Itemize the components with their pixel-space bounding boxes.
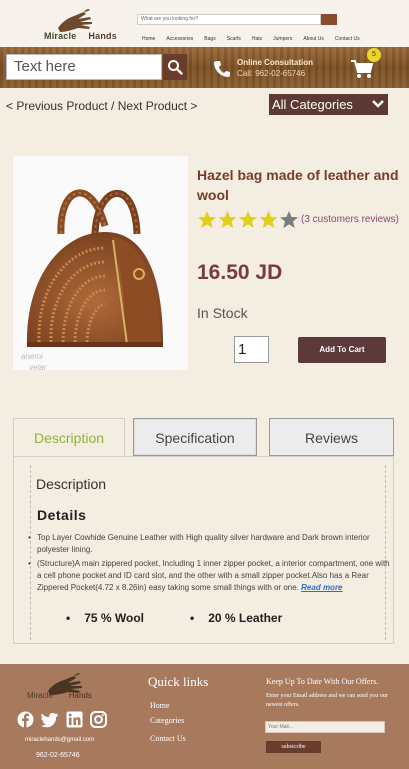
footer: Miracle Hands miraclehands@gmail.com 962-… bbox=[0, 664, 409, 769]
main-nav: Home Accessories Bags Scarfs Hats Jumper… bbox=[142, 36, 371, 42]
nav-contact[interactable]: Contact Us bbox=[335, 36, 360, 42]
nav-jumpers[interactable]: Jumpers bbox=[273, 36, 292, 42]
add-to-cart-button[interactable]: Add To Cart bbox=[298, 337, 386, 363]
footer-link-categories[interactable]: Categories bbox=[150, 716, 184, 725]
tab-specification[interactable]: Specification bbox=[133, 418, 257, 456]
nav-bags[interactable]: Bags bbox=[204, 36, 215, 42]
tab-reviews[interactable]: Reviews bbox=[269, 418, 394, 456]
linkedin-icon[interactable] bbox=[66, 711, 83, 728]
product-pager: < Previous Product / Next Product > bbox=[6, 99, 198, 113]
star-filled-icon bbox=[198, 211, 216, 228]
newsletter-text: Enter your Email address and we can send… bbox=[266, 693, 388, 708]
footer-link-home[interactable]: Home bbox=[150, 701, 170, 710]
footer-phone[interactable]: 962-02-65746 bbox=[36, 752, 80, 759]
search-input[interactable]: Text here bbox=[6, 54, 162, 80]
brand-name: Miracle Hands bbox=[44, 31, 117, 41]
tab-description[interactable]: Description bbox=[13, 418, 125, 456]
read-more-link[interactable]: Read more bbox=[301, 583, 342, 592]
product-title: Hazel bag made of leather and wool bbox=[197, 167, 399, 203]
handbag-image bbox=[26, 189, 164, 347]
list-item: (Structure)A main zippered pocket, Inclu… bbox=[27, 558, 392, 594]
star-filled-icon bbox=[239, 211, 257, 228]
footer-logo-icon[interactable] bbox=[28, 671, 108, 707]
details-list: Top Layer Cowhide Genuine Leather with H… bbox=[27, 532, 392, 596]
previous-product-link[interactable]: < Previous Product bbox=[6, 99, 108, 113]
header-search-input[interactable]: What are you looking for? bbox=[137, 14, 321, 25]
material-item: 20 % Leather bbox=[190, 611, 282, 625]
reviews-count-link[interactable]: (3 customers reviews) bbox=[301, 214, 399, 225]
description-heading: Description bbox=[36, 476, 107, 492]
product-price: 16.50 JD bbox=[197, 261, 283, 284]
star-rating-icons bbox=[198, 211, 298, 228]
material-item: 75 % Wool bbox=[66, 611, 144, 625]
categories-dropdown[interactable]: All Categories bbox=[269, 94, 388, 115]
next-product-link[interactable]: Next Product > bbox=[118, 99, 198, 113]
nav-about[interactable]: About Us bbox=[303, 36, 324, 42]
search-icon bbox=[168, 60, 183, 75]
materials-list: 75 % Wool 20 % Leather bbox=[66, 611, 282, 625]
brand-logo[interactable]: Miracle Hands bbox=[40, 6, 120, 46]
subscribe-button[interactable]: subsicribe bbox=[266, 741, 321, 753]
phone-icon bbox=[214, 61, 230, 77]
online-consultation[interactable]: Online Consultation Call: 962-02-65746 bbox=[237, 57, 313, 79]
chevron-down-icon bbox=[372, 100, 384, 108]
social-links bbox=[17, 711, 107, 728]
facebook-icon[interactable] bbox=[17, 711, 34, 728]
footer-email[interactable]: miraclehands@gmail.com bbox=[25, 737, 94, 743]
utility-bar: Text here Online Consultation Call: 962-… bbox=[0, 47, 409, 88]
nav-accessories[interactable]: Accessories bbox=[166, 36, 193, 42]
product-image[interactable]: anemi yelar bbox=[13, 156, 188, 370]
stock-status: In Stock bbox=[197, 305, 248, 321]
top-header: Miracle Hands What are you looking for? H… bbox=[0, 0, 409, 47]
details-heading: Details bbox=[37, 507, 87, 523]
rating-stars[interactable] bbox=[197, 210, 301, 230]
image-watermark: anemi bbox=[21, 352, 43, 361]
star-filled-icon bbox=[218, 211, 237, 228]
image-watermark: yelar bbox=[29, 363, 47, 370]
instagram-icon[interactable] bbox=[90, 711, 107, 728]
nav-home[interactable]: Home bbox=[142, 36, 155, 42]
cart-count-badge: 5 bbox=[367, 48, 381, 62]
twitter-icon[interactable] bbox=[41, 711, 59, 728]
footer-link-contact[interactable]: Contact Us bbox=[150, 734, 186, 743]
quantity-input[interactable]: 1 bbox=[234, 336, 269, 363]
footer-brand-name: Miracle Hands bbox=[27, 691, 92, 700]
star-filled-icon bbox=[259, 211, 278, 228]
nav-scarfs[interactable]: Scarfs bbox=[227, 36, 241, 42]
star-empty-icon bbox=[280, 211, 298, 228]
newsletter-title: Keep Up To Date With Our Offers. bbox=[266, 677, 379, 686]
header-search-button[interactable] bbox=[321, 14, 337, 25]
newsletter-email-input[interactable]: Your Mail... bbox=[265, 721, 385, 733]
cart-icon[interactable] bbox=[350, 59, 374, 79]
search-button[interactable] bbox=[163, 54, 187, 80]
list-item: Top Layer Cowhide Genuine Leather with H… bbox=[27, 532, 392, 556]
quick-links-title: Quick links bbox=[148, 674, 209, 689]
nav-hats[interactable]: Hats bbox=[252, 36, 262, 42]
